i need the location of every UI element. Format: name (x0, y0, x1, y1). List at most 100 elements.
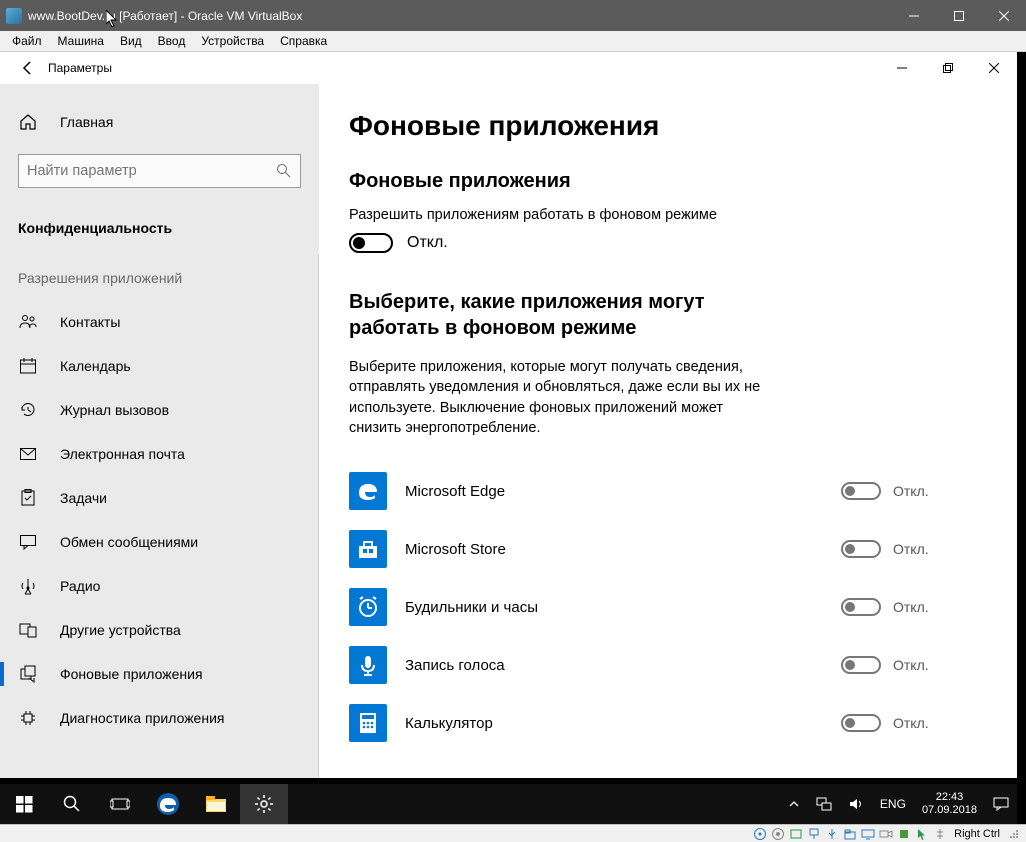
settings-minimize-button[interactable] (879, 52, 925, 84)
sidebar-home-label: Главная (60, 114, 113, 130)
vbox-cpu-icon[interactable] (896, 826, 912, 842)
vbox-hostkey-label: Right Ctrl (950, 828, 1004, 840)
app-name: Калькулятор (405, 715, 823, 732)
app-row-voicerecorder: Запись голоса Откл. (349, 636, 981, 694)
sidebar-item-calendar[interactable]: Календарь (0, 344, 319, 388)
allow-background-toggle[interactable] (349, 233, 393, 253)
vbox-close-button[interactable] (981, 0, 1026, 31)
settings-content: Фоновые приложения Фоновые приложения Ра… (319, 84, 1017, 778)
sidebar-category: Конфиденциальность (0, 208, 319, 242)
vbox-menu-machine[interactable]: Машина (50, 31, 112, 52)
back-button[interactable] (8, 52, 48, 84)
search-input[interactable] (27, 163, 276, 179)
calendar-icon (18, 356, 38, 376)
settings-maximize-button[interactable] (925, 52, 971, 84)
sidebar-nav: Контакты Календарь Журнал вызовов Электр… (0, 300, 319, 740)
start-button[interactable] (0, 784, 48, 824)
mail-icon (18, 444, 38, 464)
sidebar-search[interactable] (18, 154, 301, 188)
app-toggle[interactable] (841, 540, 881, 558)
taskview-button[interactable] (96, 784, 144, 824)
section1-text: Разрешить приложениям работать в фоновом… (349, 207, 981, 223)
tasks-icon (18, 488, 38, 508)
home-icon (18, 112, 38, 132)
app-row-calculator: Калькулятор Откл. (349, 694, 981, 752)
app-name: Microsoft Store (405, 541, 823, 558)
app-toggle-label: Откл. (893, 657, 929, 673)
sidebar-item-backgroundapps[interactable]: Фоновые приложения (0, 652, 319, 696)
sidebar-item-otherdevices[interactable]: Другие устройства (0, 608, 319, 652)
sidebar-subsection: Разрешения приложений (0, 242, 319, 300)
settings-close-button[interactable] (971, 52, 1017, 84)
windows-taskbar: ENG 22:43 07.09.2018 (0, 784, 1017, 824)
vbox-mouse-icon[interactable] (914, 826, 930, 842)
taskbar-edge[interactable] (144, 784, 192, 824)
sidebar-item-diagnostics[interactable]: Диагностика приложения (0, 696, 319, 740)
vbox-maximize-button[interactable] (936, 0, 981, 31)
radio-icon (18, 576, 38, 596)
sidebar-item-messaging[interactable]: Обмен сообщениями (0, 520, 319, 564)
tray-action-center[interactable] (985, 784, 1017, 824)
page-title: Фоновые приложения (349, 110, 981, 142)
system-tray: ENG 22:43 07.09.2018 (780, 784, 1017, 824)
vbox-usb-icon[interactable] (824, 826, 840, 842)
vbox-statusbar: Right Ctrl (0, 824, 1026, 842)
vbox-display-icon[interactable] (860, 826, 876, 842)
sidebar-item-radio[interactable]: Радио (0, 564, 319, 608)
vbox-audio-icon[interactable] (788, 826, 804, 842)
sidebar-home[interactable]: Главная (0, 102, 319, 142)
app-name: Запись голоса (405, 657, 823, 674)
vbox-titlebar: www.BootDev.ru [Работает] - Oracle VM Vi… (0, 0, 1026, 31)
sidebar-item-label: Радио (60, 578, 100, 594)
settings-window: Параметры Главная Конфиденциальность Раз… (0, 52, 1017, 778)
vbox-resize-grip[interactable] (1006, 826, 1022, 842)
vbox-menu-input[interactable]: Ввод (150, 31, 194, 52)
vbox-network-icon[interactable] (806, 826, 822, 842)
voice-icon (349, 646, 387, 684)
app-toggle[interactable] (841, 656, 881, 674)
app-toggle-label: Откл. (893, 715, 929, 731)
section2-title: Выберите, какие приложения могут работат… (349, 289, 789, 341)
tray-clock[interactable]: 22:43 07.09.2018 (914, 791, 985, 817)
vbox-minimize-button[interactable] (891, 0, 936, 31)
guest-screen: Параметры Главная Конфиденциальность Раз… (0, 52, 1026, 824)
tray-network-icon[interactable] (808, 784, 840, 824)
tray-chevron-up[interactable] (780, 784, 808, 824)
app-toggle[interactable] (841, 714, 881, 732)
vbox-optical-icon[interactable] (770, 826, 786, 842)
tray-date: 07.09.2018 (922, 804, 977, 817)
vbox-menu-devices[interactable]: Устройства (193, 31, 272, 52)
sidebar-item-callhistory[interactable]: Журнал вызовов (0, 388, 319, 432)
vbox-hdd-icon[interactable] (752, 826, 768, 842)
sidebar-item-contacts[interactable]: Контакты (0, 300, 319, 344)
section1-title: Фоновые приложения (349, 170, 981, 193)
vbox-menu-file[interactable]: Файл (4, 31, 50, 52)
vbox-menubar: Файл Машина Вид Ввод Устройства Справка (0, 31, 1026, 52)
sidebar-item-label: Обмен сообщениями (60, 534, 198, 550)
settings-titlebar: Параметры (0, 52, 1017, 84)
vbox-shared-icon[interactable] (842, 826, 858, 842)
background-icon (18, 664, 38, 684)
tray-language[interactable]: ENG (872, 784, 914, 824)
search-icon (276, 163, 292, 179)
sidebar-item-label: Фоновые приложения (60, 666, 203, 682)
app-toggle[interactable] (841, 598, 881, 616)
vbox-keyboard-icon[interactable] (932, 826, 948, 842)
alarm-icon (349, 588, 387, 626)
sidebar-item-email[interactable]: Электронная почта (0, 432, 319, 476)
sidebar-item-tasks[interactable]: Задачи (0, 476, 319, 520)
taskbar-explorer[interactable] (192, 784, 240, 824)
sidebar-divider (318, 254, 319, 778)
store-icon (349, 530, 387, 568)
history-icon (18, 400, 38, 420)
vbox-app-icon (6, 8, 22, 24)
search-button[interactable] (48, 784, 96, 824)
tray-volume-icon[interactable] (840, 784, 872, 824)
vbox-recording-icon[interactable] (878, 826, 894, 842)
vbox-menu-help[interactable]: Справка (272, 31, 335, 52)
devices-icon (18, 620, 38, 640)
app-toggle[interactable] (841, 482, 881, 500)
sidebar-item-label: Журнал вызовов (60, 402, 169, 418)
vbox-menu-view[interactable]: Вид (112, 31, 150, 52)
taskbar-settings[interactable] (240, 784, 288, 824)
